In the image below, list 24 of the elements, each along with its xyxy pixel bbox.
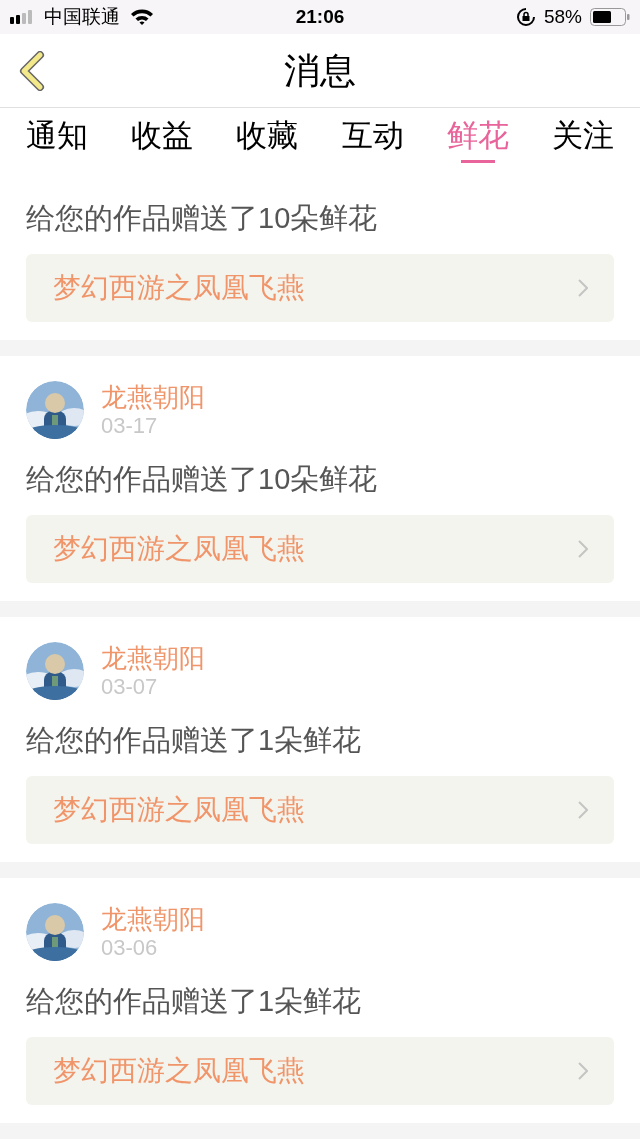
tab[interactable]: 收藏 [236,116,299,156]
tab[interactable]: 收益 [131,116,194,156]
chevron-right-icon [578,801,588,819]
battery-icon [590,8,630,26]
rotation-lock-icon [515,7,536,27]
tab[interactable]: 关注 [551,116,614,156]
page-title: 消息 [284,48,356,93]
message-text: 给您的作品赠送了1朵鲜花 [26,984,363,1019]
tab-underline [460,160,495,163]
battery-text: 58% [543,4,582,29]
chevron-right-icon [578,279,588,297]
message-text: 给您的作品赠送了10朵鲜花 [26,201,379,236]
time-text: 21:06 [295,4,345,29]
message-text: 给您的作品赠送了10朵鲜花 [26,462,379,497]
chevron-right-icon [578,540,588,558]
carrier-text: 中国联通 [44,4,120,29]
user-name: 龙燕朝阳 [101,642,205,674]
tab[interactable]: 互动 [341,116,404,156]
user-name: 龙燕朝阳 [101,903,205,935]
wifi-icon [130,8,154,26]
chevron-right-icon [578,1062,588,1080]
message-text: 给您的作品赠送了1朵鲜花 [26,723,363,758]
user-name: 龙燕朝阳 [101,381,205,413]
tab[interactable]: 通知 [26,116,88,156]
